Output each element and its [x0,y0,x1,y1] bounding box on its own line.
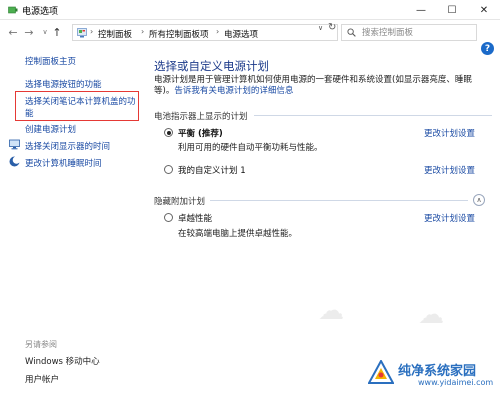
address-dropdown-button[interactable]: ∨ [318,24,323,32]
sidebar: 控制面板主页 选择电源按钮的功能 选择关闭笔记本计算机盖的功能 创建电源计划 选… [0,44,146,401]
see-also-user-accounts[interactable]: 用户帐户 [25,373,59,385]
control-panel-icon [77,28,87,38]
plan-radio-custom[interactable] [164,165,173,174]
page-title: 选择或自定义电源计划 [154,59,269,73]
breadcrumb-separator: › [141,27,145,36]
see-also-heading: 另请参阅 [25,340,57,349]
watermark-logo-icon [368,360,394,384]
plan-radio-balanced[interactable] [164,128,173,137]
breadcrumb-separator: › [90,27,94,36]
up-button[interactable]: ↑ [50,24,64,40]
moon-icon [9,156,20,167]
plan-desc-ultimate: 在较高端电脑上提供卓越性能。 [178,229,298,239]
sidebar-item-power-buttons[interactable]: 选择电源按钮的功能 [25,78,102,90]
plan-desc-balanced: 利用可用的硬件自动平衡功耗与性能。 [178,143,323,153]
plan-name-ultimate: 卓越性能 [178,214,213,224]
back-button[interactable]: ← [6,24,20,40]
watermark-url: www.yidaimei.com [418,378,494,387]
change-plan-settings-link[interactable]: 更改计划设置 [424,164,475,176]
refresh-button[interactable]: ↻ [328,22,336,33]
see-also-mobility-center[interactable]: Windows 移动中心 [25,355,100,367]
section-divider [210,200,468,201]
sidebar-item-lid-close[interactable]: 选择关闭笔记本计算机盖的功能 [25,96,137,120]
sidebar-item-create-plan[interactable]: 创建电源计划 [25,123,76,135]
close-button[interactable]: ✕ [468,0,500,20]
power-options-icon [8,6,18,14]
window-title: 电源选项 [22,7,59,17]
change-plan-settings-link[interactable]: 更改计划设置 [424,127,475,139]
breadcrumb-control-panel[interactable]: 控制面板 [98,28,132,40]
breadcrumb-power-options[interactable]: 电源选项 [224,28,258,40]
decorative-cloud: ☁ [418,300,444,330]
search-input[interactable] [362,26,472,39]
plan-radio-ultimate[interactable] [164,213,173,222]
breadcrumb-all-items[interactable]: 所有控制面板项 [149,28,209,40]
change-plan-settings-link[interactable]: 更改计划设置 [424,212,475,224]
decorative-cloud: ☁ [318,296,344,326]
breadcrumb-separator: › [216,27,220,36]
forward-button[interactable]: → [22,24,36,40]
main-content: 选择或自定义电源计划 电源计划是用于管理计算机如何使用电源的一套硬件和系统设置(… [146,44,500,401]
title-bar: 电源选项 — ☐ ✕ [0,0,500,20]
minimize-button[interactable]: — [405,0,437,20]
search-box[interactable] [341,24,477,41]
details-link[interactable]: 告诉我有关电源计划的详细信息 [174,86,293,96]
address-bar: ← → ∨ ↑ › 控制面板 › 所有控制面板项 › 电源选项 ∨ ↻ [0,21,500,43]
maximize-button[interactable]: ☐ [436,0,468,20]
watermark-title: 纯净系统家园 [398,364,477,379]
monitor-icon [9,139,20,150]
search-icon [347,28,356,37]
hidden-section-heading: 隐藏附加计划 [154,197,206,207]
address-box[interactable]: › 控制面板 › 所有控制面板项 › 电源选项 [72,24,338,41]
plan-name-balanced: 平衡 (推荐) [178,129,223,139]
sidebar-item-display-off[interactable]: 选择关闭显示器的时间 [25,140,110,152]
battery-section-heading: 电池指示器上显示的计划 [154,112,248,122]
section-divider [254,115,492,116]
collapse-hidden-plans-button[interactable]: ∧ [473,194,485,206]
sidebar-home-link[interactable]: 控制面板主页 [25,55,76,67]
plan-name-custom: 我的自定义计划 1 [178,166,246,176]
sidebar-item-sleep-time[interactable]: 更改计算机睡眠时间 [25,157,102,169]
page-description: 电源计划是用于管理计算机如何使用电源的一套硬件和系统设置(如显示器亮度、睡眠等)… [154,75,492,97]
